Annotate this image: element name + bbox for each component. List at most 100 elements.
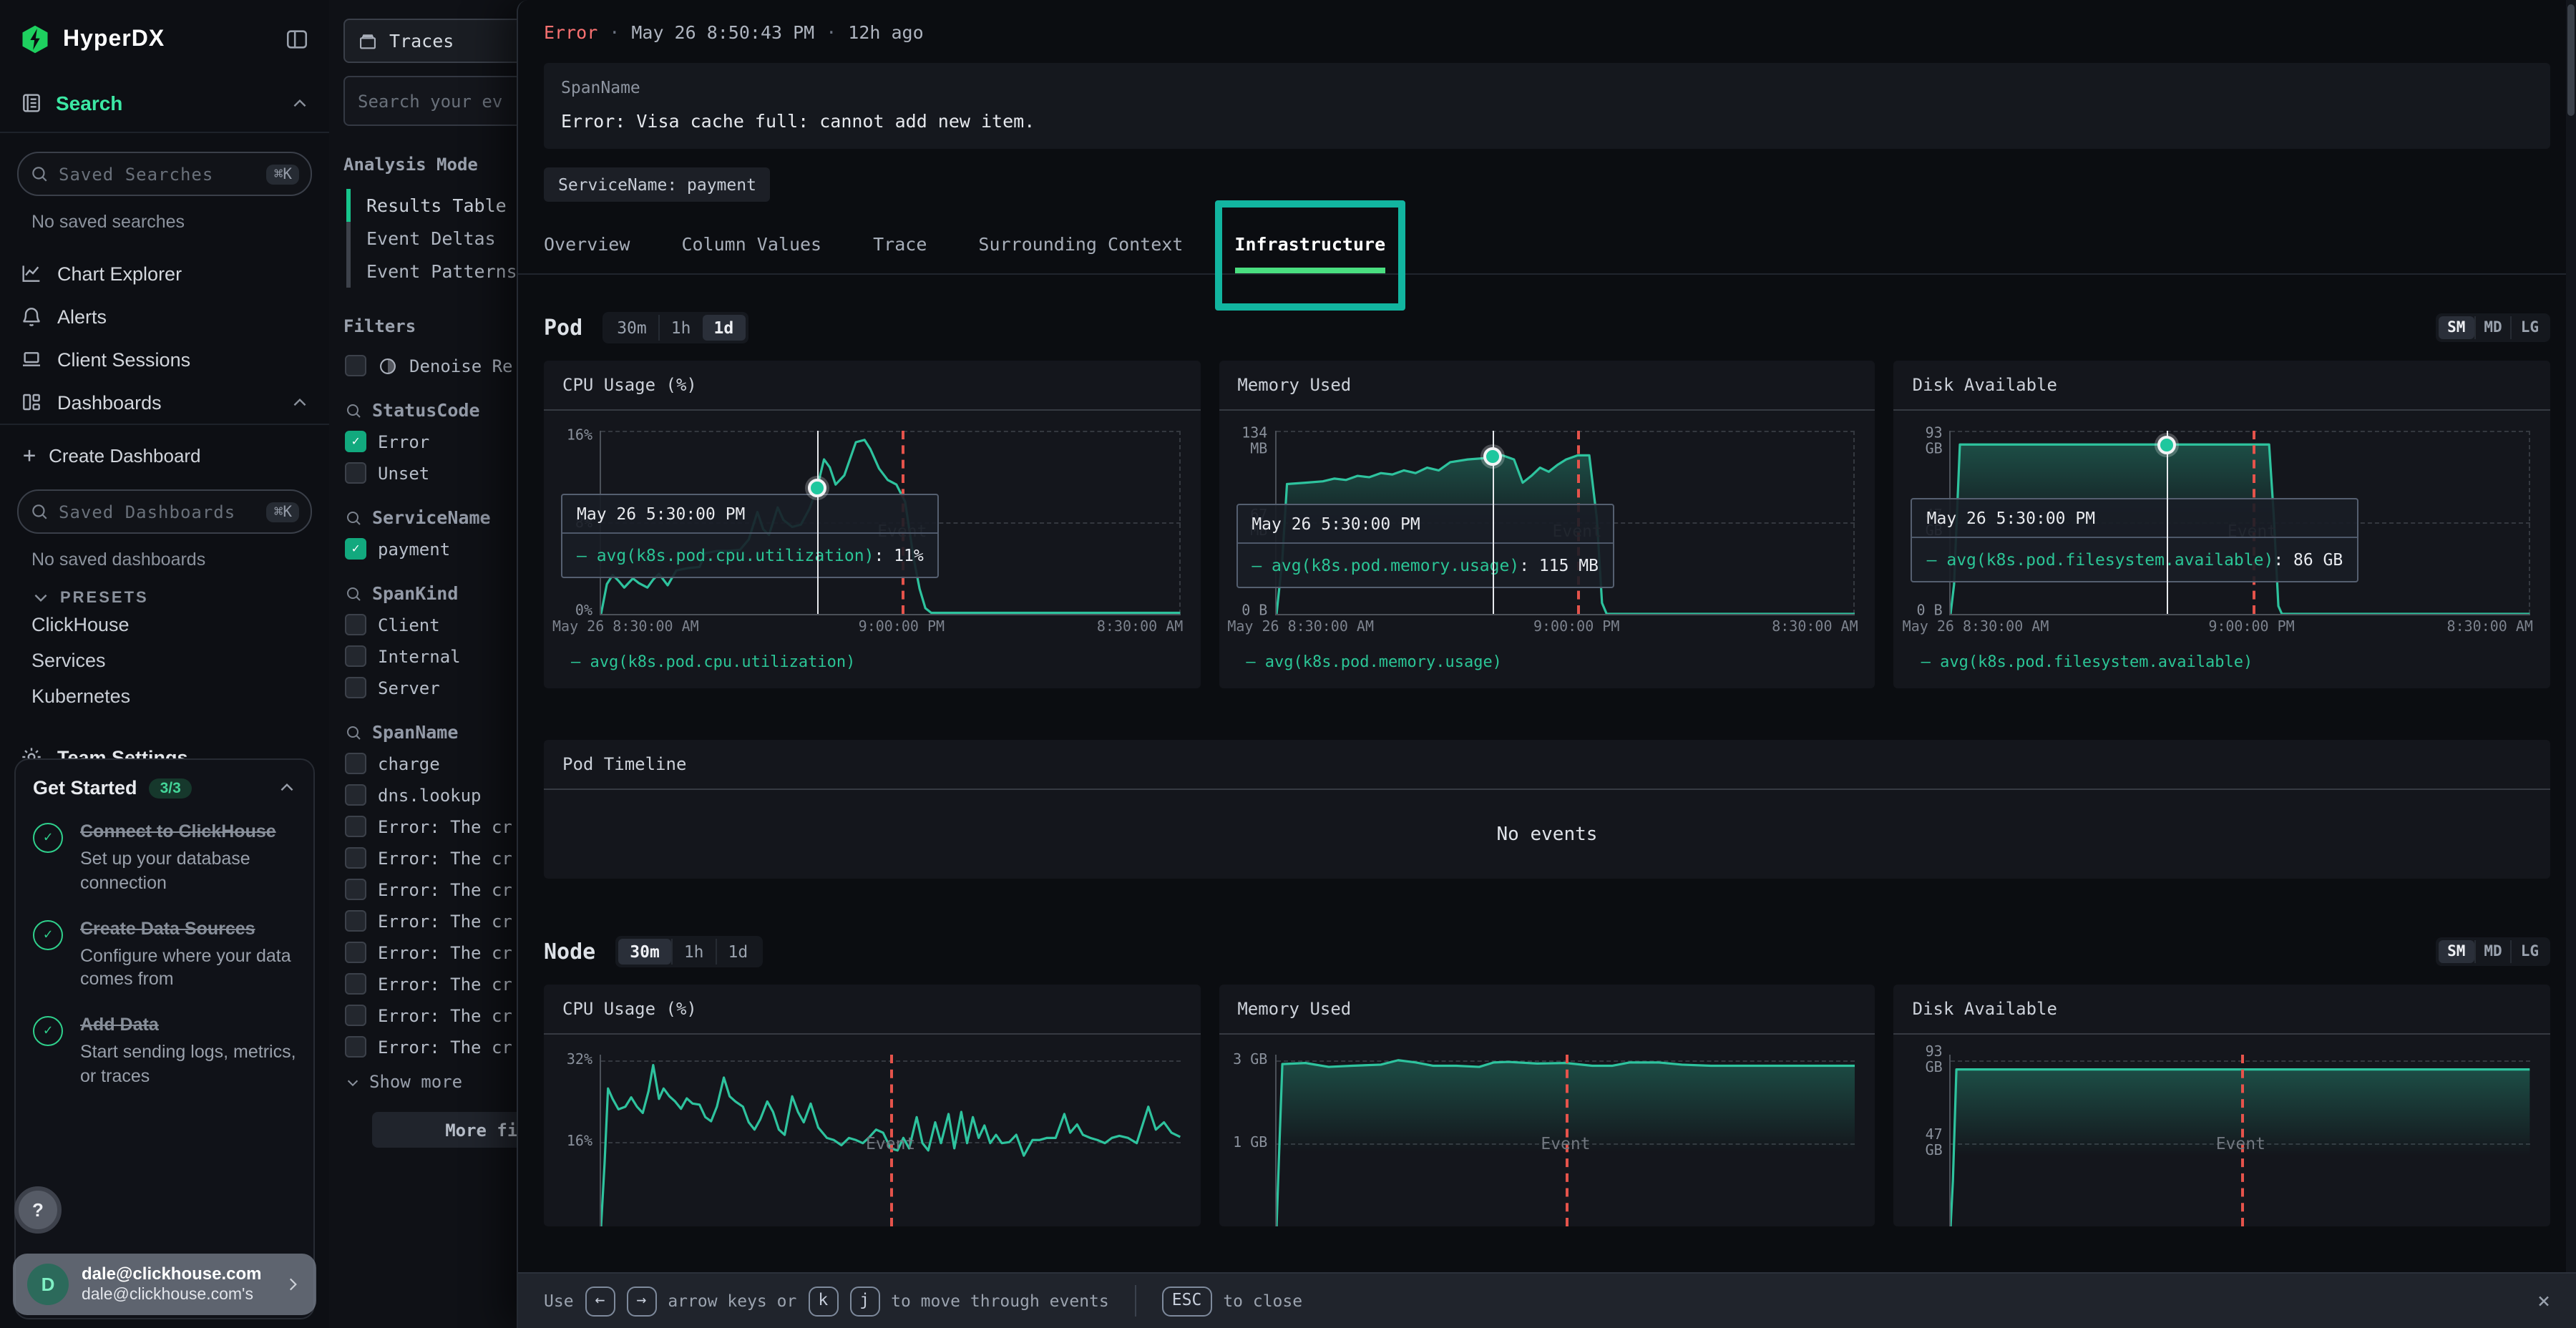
user-team: dale@clickhouse.com's (82, 1285, 262, 1306)
chart-body: 16%8%0%EventMay 26 5:30:00 PM— avg(k8s.p… (544, 411, 1200, 688)
y-tick-label: 3 GB (1233, 1052, 1267, 1068)
node-range-30m[interactable]: 30m (618, 939, 671, 965)
service-name-chip[interactable]: ServiceName: payment (544, 167, 771, 202)
j-key[interactable]: j (849, 1286, 879, 1316)
plot-area: Event (1950, 1055, 2530, 1226)
chart-title: Disk Available (1894, 985, 2550, 1035)
create-dashboard-button[interactable]: + Create Dashboard (0, 425, 329, 471)
chevron-down-icon (31, 588, 50, 607)
user-menu[interactable]: D dale@clickhouse.com dale@clickhouse.co… (13, 1254, 316, 1315)
scrollbar-track[interactable] (2566, 0, 2576, 1328)
filter-group-name: SpanName (372, 721, 458, 743)
app-title: HyperDX (63, 26, 272, 52)
tooltip-series-row: — avg(k8s.pod.cpu.utilization): 11% (562, 533, 938, 576)
pod-range-1d[interactable]: 1d (702, 315, 745, 341)
chevron-down-icon (345, 1074, 361, 1090)
get-started-item-body: Create Data SourcesConfigure where your … (80, 917, 296, 992)
pod-size-md[interactable]: MD (2474, 316, 2510, 339)
checkbox-unchecked[interactable] (345, 753, 366, 774)
saved-searches-input[interactable]: Saved Searches ⌘K (17, 152, 312, 196)
trace-detail-drawer: Error · May 26 8:50:43 PM · 12h ago Span… (517, 0, 2576, 1328)
chart-body: 3 GB1 GBEvent (1219, 1035, 1875, 1226)
chart-tooltip: May 26 5:30:00 PM— avg(k8s.pod.cpu.utili… (561, 493, 940, 577)
laptop-icon (20, 348, 43, 371)
get-started-item-body: Connect to ClickHouseSet up your databas… (80, 820, 296, 895)
node-range-1h[interactable]: 1h (671, 939, 716, 965)
chart-legend: — avg(k8s.pod.cpu.utilization) (552, 640, 1180, 688)
filter-value-label: Error: The cr (378, 879, 512, 899)
checkbox-unchecked[interactable] (345, 942, 366, 963)
get-started-item-title: Add Data (80, 1014, 296, 1038)
y-tick-label: 0% (575, 604, 592, 620)
preset-clickhouse[interactable]: ClickHouse (0, 607, 329, 643)
tab-surrounding-context[interactable]: Surrounding Context (978, 215, 1183, 273)
tab-infrastructure[interactable]: Infrastructure (1234, 215, 1385, 273)
get-started-item-desc: Set up your database connection (80, 847, 296, 896)
y-axis: 3 GB1 GB (1227, 1055, 1274, 1226)
sidebar-item-dashboards[interactable]: Dashboards (0, 381, 329, 424)
checkbox-unchecked[interactable] (345, 879, 366, 900)
preset-kubernetes[interactable]: Kubernetes (0, 678, 329, 714)
sidebar-item-chart-explorer[interactable]: Chart Explorer (0, 252, 329, 295)
checkbox-checked[interactable]: ✓ (345, 431, 366, 452)
checkbox-unchecked[interactable] (345, 816, 366, 837)
event-timestamp: May 26 8:50:43 PM (631, 21, 814, 43)
saved-dashboards-input[interactable]: Saved Dashboards ⌘K (17, 489, 312, 534)
checkbox-unchecked[interactable] (345, 847, 366, 869)
pod-range-1h[interactable]: 1h (658, 315, 703, 341)
plot-area: EventMay 26 5:30:00 PM— avg(k8s.pod.file… (1950, 431, 2530, 615)
contrast-icon (378, 356, 398, 376)
x-tick-label: May 26 8:30:00 AM (1227, 620, 1374, 635)
node-size-lg[interactable]: LG (2511, 940, 2547, 963)
y-tick-label: 47 GB (1903, 1128, 1943, 1160)
checkbox-unchecked[interactable] (345, 910, 366, 932)
tab-overview[interactable]: Overview (544, 215, 630, 273)
pod-size-sm[interactable]: SM (2439, 316, 2474, 339)
span-name-label: SpanName (561, 77, 2533, 97)
checkbox-unchecked[interactable] (345, 1005, 366, 1026)
preset-services[interactable]: Services (0, 643, 329, 678)
sidebar-item-search[interactable]: Search (0, 54, 329, 133)
pod-range-30m[interactable]: 30m (605, 315, 658, 341)
checkbox-unchecked[interactable] (345, 677, 366, 698)
help-button[interactable]: ? (14, 1186, 62, 1234)
tab-column-values[interactable]: Column Values (681, 215, 821, 273)
x-tick-label: 8:30:00 AM (2447, 620, 2533, 635)
checkbox-checked[interactable]: ✓ (345, 538, 366, 560)
event-marker-label: Event (866, 1134, 915, 1154)
esc-key[interactable]: ESC (1162, 1286, 1212, 1316)
checkbox-unchecked[interactable] (345, 614, 366, 635)
chart-body: 134 MB67 MB0 BEventMay 26 5:30:00 PM— av… (1219, 411, 1875, 688)
get-started-header[interactable]: Get Started 3/3 (33, 777, 296, 799)
y-tick-label: 93 GB (1903, 426, 1943, 457)
node-size-md[interactable]: MD (2474, 940, 2510, 963)
close-icon[interactable]: × (2537, 1288, 2550, 1314)
k-key[interactable]: k (808, 1286, 838, 1316)
tooltip-time: May 26 5:30:00 PM (1913, 500, 2358, 539)
chart-legend: — avg(k8s.pod.filesystem.available) (1903, 640, 2530, 688)
x-axis: May 26 8:30:00 AM9:00:00 PM8:30:00 AM (600, 615, 1180, 640)
node-size-sm[interactable]: SM (2439, 940, 2474, 963)
checkbox-unchecked[interactable] (345, 462, 366, 484)
checkbox-unchecked[interactable] (345, 355, 366, 376)
chart-cursor-dot (2158, 435, 2177, 454)
sidebar-collapse-icon[interactable] (285, 27, 309, 52)
checkbox-unchecked[interactable] (345, 1036, 366, 1058)
checkbox-unchecked[interactable] (345, 645, 366, 667)
arrow-right-key[interactable]: → (626, 1286, 656, 1316)
filter-value-label: Error: The cr (378, 1037, 512, 1057)
sidebar-item-client-sessions[interactable]: Client Sessions (0, 338, 329, 381)
filter-value-label: Error: The cr (378, 974, 512, 994)
checkbox-unchecked[interactable] (345, 973, 366, 995)
node-range-1d[interactable]: 1d (716, 939, 760, 965)
arrow-left-key[interactable]: ← (585, 1286, 615, 1316)
sidebar-item-alerts[interactable]: Alerts (0, 295, 329, 338)
y-tick-label: 16% (567, 429, 592, 444)
tab-trace[interactable]: Trace (873, 215, 927, 273)
checkbox-unchecked[interactable] (345, 784, 366, 806)
pod-size-lg[interactable]: LG (2511, 316, 2547, 339)
plot-row: 93 GB47 GB0 BEventMay 26 5:30:00 PM— avg… (1903, 431, 2530, 615)
presets-toggle[interactable]: PRESETS (0, 570, 329, 607)
scrollbar-thumb[interactable] (2567, 4, 2575, 116)
saved-searches-placeholder: Saved Searches (59, 164, 257, 184)
